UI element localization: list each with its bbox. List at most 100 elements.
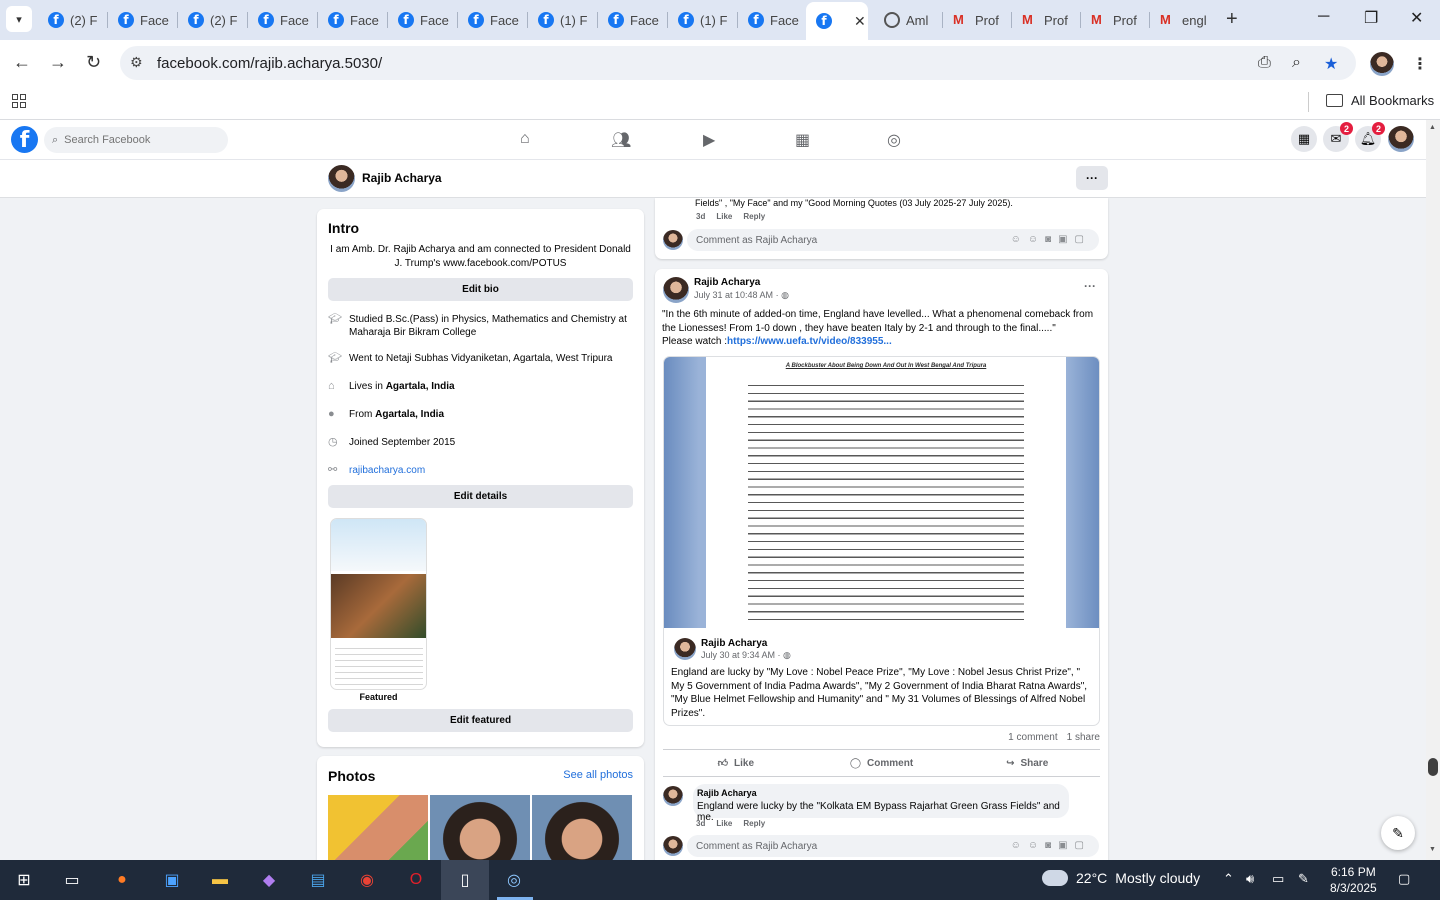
edit-bio-button[interactable]: Edit bio	[328, 278, 633, 301]
browser-tab-active[interactable]: f ✕	[806, 2, 868, 40]
post-author[interactable]: Rajib Acharya	[694, 277, 760, 288]
page-scrollbar[interactable]: ▲ ▼	[1426, 120, 1440, 860]
browser-profile-avatar[interactable]	[1370, 52, 1394, 76]
browser-tab[interactable]: f Face	[458, 6, 524, 34]
browser-tab[interactable]: f Face	[388, 6, 454, 34]
browser-tab[interactable]: M Prof	[943, 6, 1009, 34]
facebook-logo-icon[interactable]: f	[11, 126, 38, 153]
chrome-profile-icon[interactable]: ◎	[502, 868, 526, 892]
browser-tab[interactable]: f (1) F	[668, 6, 734, 34]
notifications-bell-icon[interactable]: 🔔︎ 2	[1355, 122, 1385, 152]
comment-input[interactable]: Comment as Rajib Acharya ☺☺◙▣▢	[687, 835, 1099, 857]
browser-tab[interactable]: Mengl	[1150, 6, 1216, 34]
post-options-icon[interactable]: ···	[1084, 279, 1096, 293]
facebook-search[interactable]: ⌕	[44, 127, 228, 153]
comment-reply-link[interactable]: Reply	[743, 212, 765, 221]
opera-icon[interactable]: O	[404, 868, 428, 892]
comment-reply-link[interactable]: Reply	[743, 819, 765, 828]
shared-timestamp[interactable]: July 30 at 9:34 AM · ◍	[701, 650, 791, 661]
post-timestamp[interactable]: July 31 at 10:48 AM · ◍	[694, 290, 789, 301]
reload-icon[interactable]: ↻	[86, 52, 101, 73]
reply-author-avatar[interactable]	[663, 786, 683, 806]
install-app-icon[interactable]: ⎙	[1258, 54, 1271, 72]
edit-details-button[interactable]: Edit details	[328, 485, 633, 508]
network-icon[interactable]: ▭	[1272, 871, 1284, 887]
featured-collection-thumbnail[interactable]	[330, 518, 427, 690]
shared-document-image[interactable]: A Blockbuster About Being Down And Out I…	[664, 357, 1099, 628]
share-button[interactable]: ↪ Share	[954, 750, 1100, 776]
friends-icon[interactable]: 👥︎	[611, 130, 631, 150]
new-message-compose-icon[interactable]: ✎	[1381, 816, 1415, 850]
pen-icon[interactable]: ✎	[1298, 871, 1309, 887]
browser-tab[interactable]: M Prof	[1012, 6, 1078, 34]
post-author-avatar[interactable]	[663, 277, 689, 303]
browser-tab[interactable]: f Face	[108, 6, 174, 34]
browser-tab[interactable]: f Face	[318, 6, 384, 34]
browser-tab[interactable]: f Face	[248, 6, 314, 34]
forward-arrow-icon[interactable]: →	[49, 52, 67, 73]
profile-more-button[interactable]: ···	[1076, 166, 1108, 190]
windows-start-icon[interactable]: ⊞	[12, 868, 36, 892]
comment-input[interactable]: Comment as Rajib Acharya ☺☺◙▣▢	[687, 229, 1099, 251]
comment-like-link[interactable]: Like	[716, 819, 732, 828]
browser-tab[interactable]: f Face	[738, 6, 804, 34]
restore-icon[interactable]: ❐	[1364, 8, 1378, 28]
app-icon[interactable]: ▣	[160, 868, 184, 892]
taskbar-clock[interactable]: 6:16 PM 8/3/2025	[1330, 864, 1377, 896]
comments-count[interactable]: 1 comment	[1008, 732, 1057, 743]
scrollbar-thumb[interactable]	[1428, 758, 1438, 776]
browser-tab[interactable]: M Prof	[1081, 6, 1147, 34]
weather-widget[interactable]: 22°C Mostly cloudy	[1042, 870, 1200, 886]
like-button[interactable]: 👍︎ Like	[663, 750, 809, 776]
url-text[interactable]: facebook.com/rajib.acharya.5030/	[157, 55, 382, 72]
browser-tab[interactable]: f (1) F	[528, 6, 594, 34]
website-link[interactable]: rajibacharya.com	[349, 464, 425, 477]
see-all-photos-link[interactable]: See all photos	[563, 769, 633, 781]
all-bookmarks-button[interactable]: All Bookmarks	[1326, 93, 1434, 108]
edit-featured-button[interactable]: Edit featured	[328, 709, 633, 732]
minimize-icon[interactable]: ─	[1318, 8, 1329, 26]
tray-chevron-icon[interactable]: ⌃	[1223, 871, 1234, 887]
store-icon[interactable]: ▤	[306, 868, 330, 892]
chrome-icon[interactable]: ◉	[355, 868, 379, 892]
back-arrow-icon[interactable]: ←	[13, 52, 31, 73]
marketplace-icon[interactable]: ▦	[795, 130, 810, 150]
address-bar[interactable]: ⚙ facebook.com/rajib.acharya.5030/	[120, 46, 1356, 80]
comment-tools-icons[interactable]: ☺☺◙▣▢	[1011, 234, 1091, 245]
copilot-icon[interactable]: ◆	[257, 868, 281, 892]
comment-like-link[interactable]: Like	[716, 212, 732, 221]
profile-name[interactable]: Rajib Acharya	[362, 171, 442, 185]
browser-menu-icon[interactable]: ⋮	[1412, 54, 1428, 74]
shares-count[interactable]: 1 share	[1067, 732, 1100, 743]
watch-link[interactable]: https://www.uefa.tv/video/833955...	[727, 336, 892, 347]
browser-tab[interactable]: f (2) F	[38, 6, 104, 34]
browser-tab[interactable]: f Face	[598, 6, 664, 34]
shared-author-avatar[interactable]	[674, 638, 696, 660]
zoom-icon[interactable]: ⌕	[1292, 54, 1301, 72]
messenger-icon[interactable]: ✉ 2	[1323, 122, 1353, 152]
tab-search-button[interactable]: ▾	[6, 6, 32, 32]
shared-post[interactable]: A Blockbuster About Being Down And Out I…	[663, 356, 1100, 726]
volume-icon[interactable]: 🔊︎	[1246, 871, 1254, 887]
comment-button[interactable]: ◯ Comment	[809, 750, 955, 776]
comment-author[interactable]: Rajib Acharya	[697, 788, 757, 798]
site-settings-icon[interactable]: ⚙	[130, 54, 143, 71]
browser-tab[interactable]: f (2) F	[178, 6, 244, 34]
profile-avatar[interactable]	[328, 165, 355, 192]
comment-tools-icons[interactable]: ☺☺◙▣▢	[1011, 840, 1091, 851]
notepad-icon[interactable]: ▯	[453, 868, 477, 892]
close-tab-icon[interactable]: ✕	[854, 13, 866, 30]
new-tab-button[interactable]: +	[1226, 8, 1238, 31]
home-icon[interactable]: ⌂	[520, 130, 530, 148]
browser-tab[interactable]: Aml	[874, 6, 940, 34]
notification-center-icon[interactable]: ▢	[1398, 871, 1410, 887]
firefox-icon[interactable]: ●	[110, 868, 134, 892]
close-window-icon[interactable]: ✕	[1410, 8, 1423, 28]
scroll-up-icon[interactable]: ▲	[1429, 124, 1436, 131]
apps-grid-icon[interactable]	[12, 94, 26, 108]
scroll-down-icon[interactable]: ▼	[1429, 846, 1436, 853]
task-view-icon[interactable]: ▭	[60, 868, 84, 892]
video-icon[interactable]: ▶	[703, 130, 715, 150]
file-explorer-icon[interactable]: ▬	[208, 868, 232, 892]
bookmark-star-icon[interactable]: ★	[1324, 54, 1338, 74]
